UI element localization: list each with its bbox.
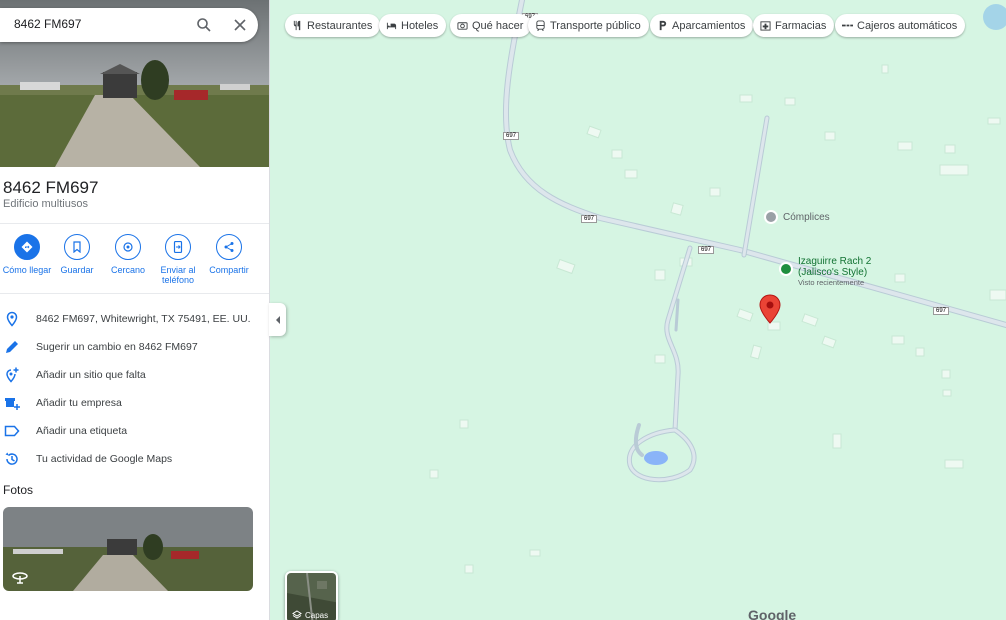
photos-heading: Fotos — [3, 483, 34, 497]
bookmark-icon — [64, 234, 90, 260]
road-shield: 697 — [503, 132, 520, 140]
chip-label: Farmacias — [775, 19, 827, 32]
search-box — [0, 8, 258, 42]
search-icon[interactable] — [196, 17, 212, 33]
divider — [0, 223, 269, 224]
hotel-icon — [386, 22, 397, 30]
side-panel: 8462 FM697 Edificio multiusos Cómo llega… — [0, 0, 270, 620]
close-icon[interactable] — [232, 17, 248, 33]
directions-icon — [14, 234, 40, 260]
action-label: Guardar — [60, 265, 94, 275]
camera-icon — [457, 22, 468, 30]
layers-icon — [292, 610, 302, 619]
chip-label: Cajeros automáticos — [857, 19, 958, 32]
info-row-add-place[interactable]: Añadir un sitio que falta — [0, 361, 269, 389]
chip-parking[interactable]: Aparcamientos — [650, 14, 754, 37]
chip-label: Aparcamientos — [672, 19, 746, 32]
transit-icon — [536, 20, 545, 31]
action-label: Compartir — [209, 265, 249, 275]
chip-label: Qué hacer — [472, 19, 524, 32]
share-icon — [216, 234, 242, 260]
poi-izaguirre-label: Izaguirre Rach 2 — [798, 256, 872, 267]
street-view-thumbnail — [3, 507, 253, 591]
map-canvas[interactable]: 697 697 697 697 697 Cómplices Izaguirre … — [270, 0, 1006, 620]
chip-label: Hoteles — [401, 19, 439, 32]
pencil-icon — [6, 341, 18, 353]
label-icon — [4, 425, 20, 437]
info-row-activity[interactable]: Tu actividad de Google Maps — [0, 445, 269, 473]
info-text: Añadir una etiqueta — [36, 425, 128, 437]
road-shield: 697 — [933, 307, 950, 315]
photo-360-icon — [12, 572, 28, 584]
chip-label: Transporte público — [550, 19, 641, 32]
pharmacy-icon — [760, 21, 771, 31]
info-text: 8462 FM697, Whitewright, TX 75491, EE. U… — [36, 313, 251, 325]
layers-button[interactable]: Capas — [285, 571, 338, 620]
parking-icon — [659, 20, 667, 31]
action-label: Cercano — [110, 265, 146, 275]
poi-izaguirre-status: Visto recientemente — [798, 278, 865, 287]
info-text: Tu actividad de Google Maps — [36, 453, 173, 465]
info-row-suggest-edit[interactable]: Sugerir un cambio en 8462 FM697 — [0, 333, 269, 361]
chip-hotels[interactable]: Hoteles — [379, 14, 447, 37]
collapse-panel-button[interactable] — [269, 303, 286, 336]
place-title: 8462 FM697 — [3, 178, 99, 197]
layers-label: Capas — [305, 611, 329, 620]
location-marker-icon[interactable] — [759, 294, 781, 324]
save-button[interactable]: Guardar — [50, 234, 104, 275]
nearby-button[interactable]: Cercano — [101, 234, 155, 275]
info-row-add-business[interactable]: Añadir tu empresa — [0, 389, 269, 417]
google-logo: Google — [748, 607, 796, 620]
info-text: Añadir tu empresa — [36, 397, 122, 409]
send-to-phone-button[interactable]: Enviar al teléfono — [151, 234, 205, 285]
poi-pin-icon — [764, 210, 778, 224]
chip-things-to-do[interactable]: Qué hacer — [450, 14, 532, 37]
directions-button[interactable]: Cómo llegar — [0, 234, 54, 275]
chevron-left-icon — [275, 315, 280, 324]
restaurant-pin-icon — [779, 262, 793, 276]
location-pin-icon — [6, 311, 18, 327]
road-shield: 697 — [581, 215, 598, 223]
chip-restaurants[interactable]: Restaurantes — [285, 14, 381, 37]
info-text: Añadir un sitio que falta — [36, 369, 146, 381]
chip-pharmacies[interactable]: Farmacias — [753, 14, 835, 37]
info-row-add-label[interactable]: Añadir una etiqueta — [0, 417, 269, 445]
atm-icon — [842, 24, 853, 27]
action-label: Enviar al teléfono — [160, 265, 196, 285]
action-buttons: Cómo llegar Guardar Cercano Enviar al te… — [0, 234, 269, 290]
info-row-address[interactable]: 8462 FM697, Whitewright, TX 75491, EE. U… — [0, 305, 269, 333]
nearby-icon — [115, 234, 141, 260]
road-shield: 697 — [698, 246, 715, 254]
photo-thumbnail[interactable] — [3, 507, 253, 591]
chip-transit[interactable]: Transporte público — [528, 14, 649, 37]
search-input[interactable] — [14, 17, 184, 31]
info-text: Sugerir un cambio en 8462 FM697 — [36, 341, 198, 353]
chip-label: Restaurantes — [307, 19, 373, 32]
place-category: Edificio multiusos — [3, 198, 88, 210]
google-logo-text: Google — [748, 607, 797, 620]
poi-izaguirre-label-2: (Jalisco's Style) — [798, 267, 868, 278]
pond — [644, 451, 668, 465]
poi-complices-label: Cómplices — [783, 212, 830, 223]
chip-atms[interactable]: Cajeros automáticos — [835, 14, 966, 37]
map-background — [270, 0, 1006, 620]
account-avatar[interactable] — [983, 4, 1006, 30]
divider — [0, 293, 269, 294]
restaurant-icon — [293, 20, 301, 31]
history-icon — [5, 452, 18, 465]
share-button[interactable]: Compartir — [202, 234, 256, 275]
send-to-phone-icon — [165, 234, 191, 260]
action-label: Cómo llegar — [2, 265, 52, 275]
add-business-icon — [5, 398, 20, 410]
add-place-icon — [6, 367, 19, 383]
